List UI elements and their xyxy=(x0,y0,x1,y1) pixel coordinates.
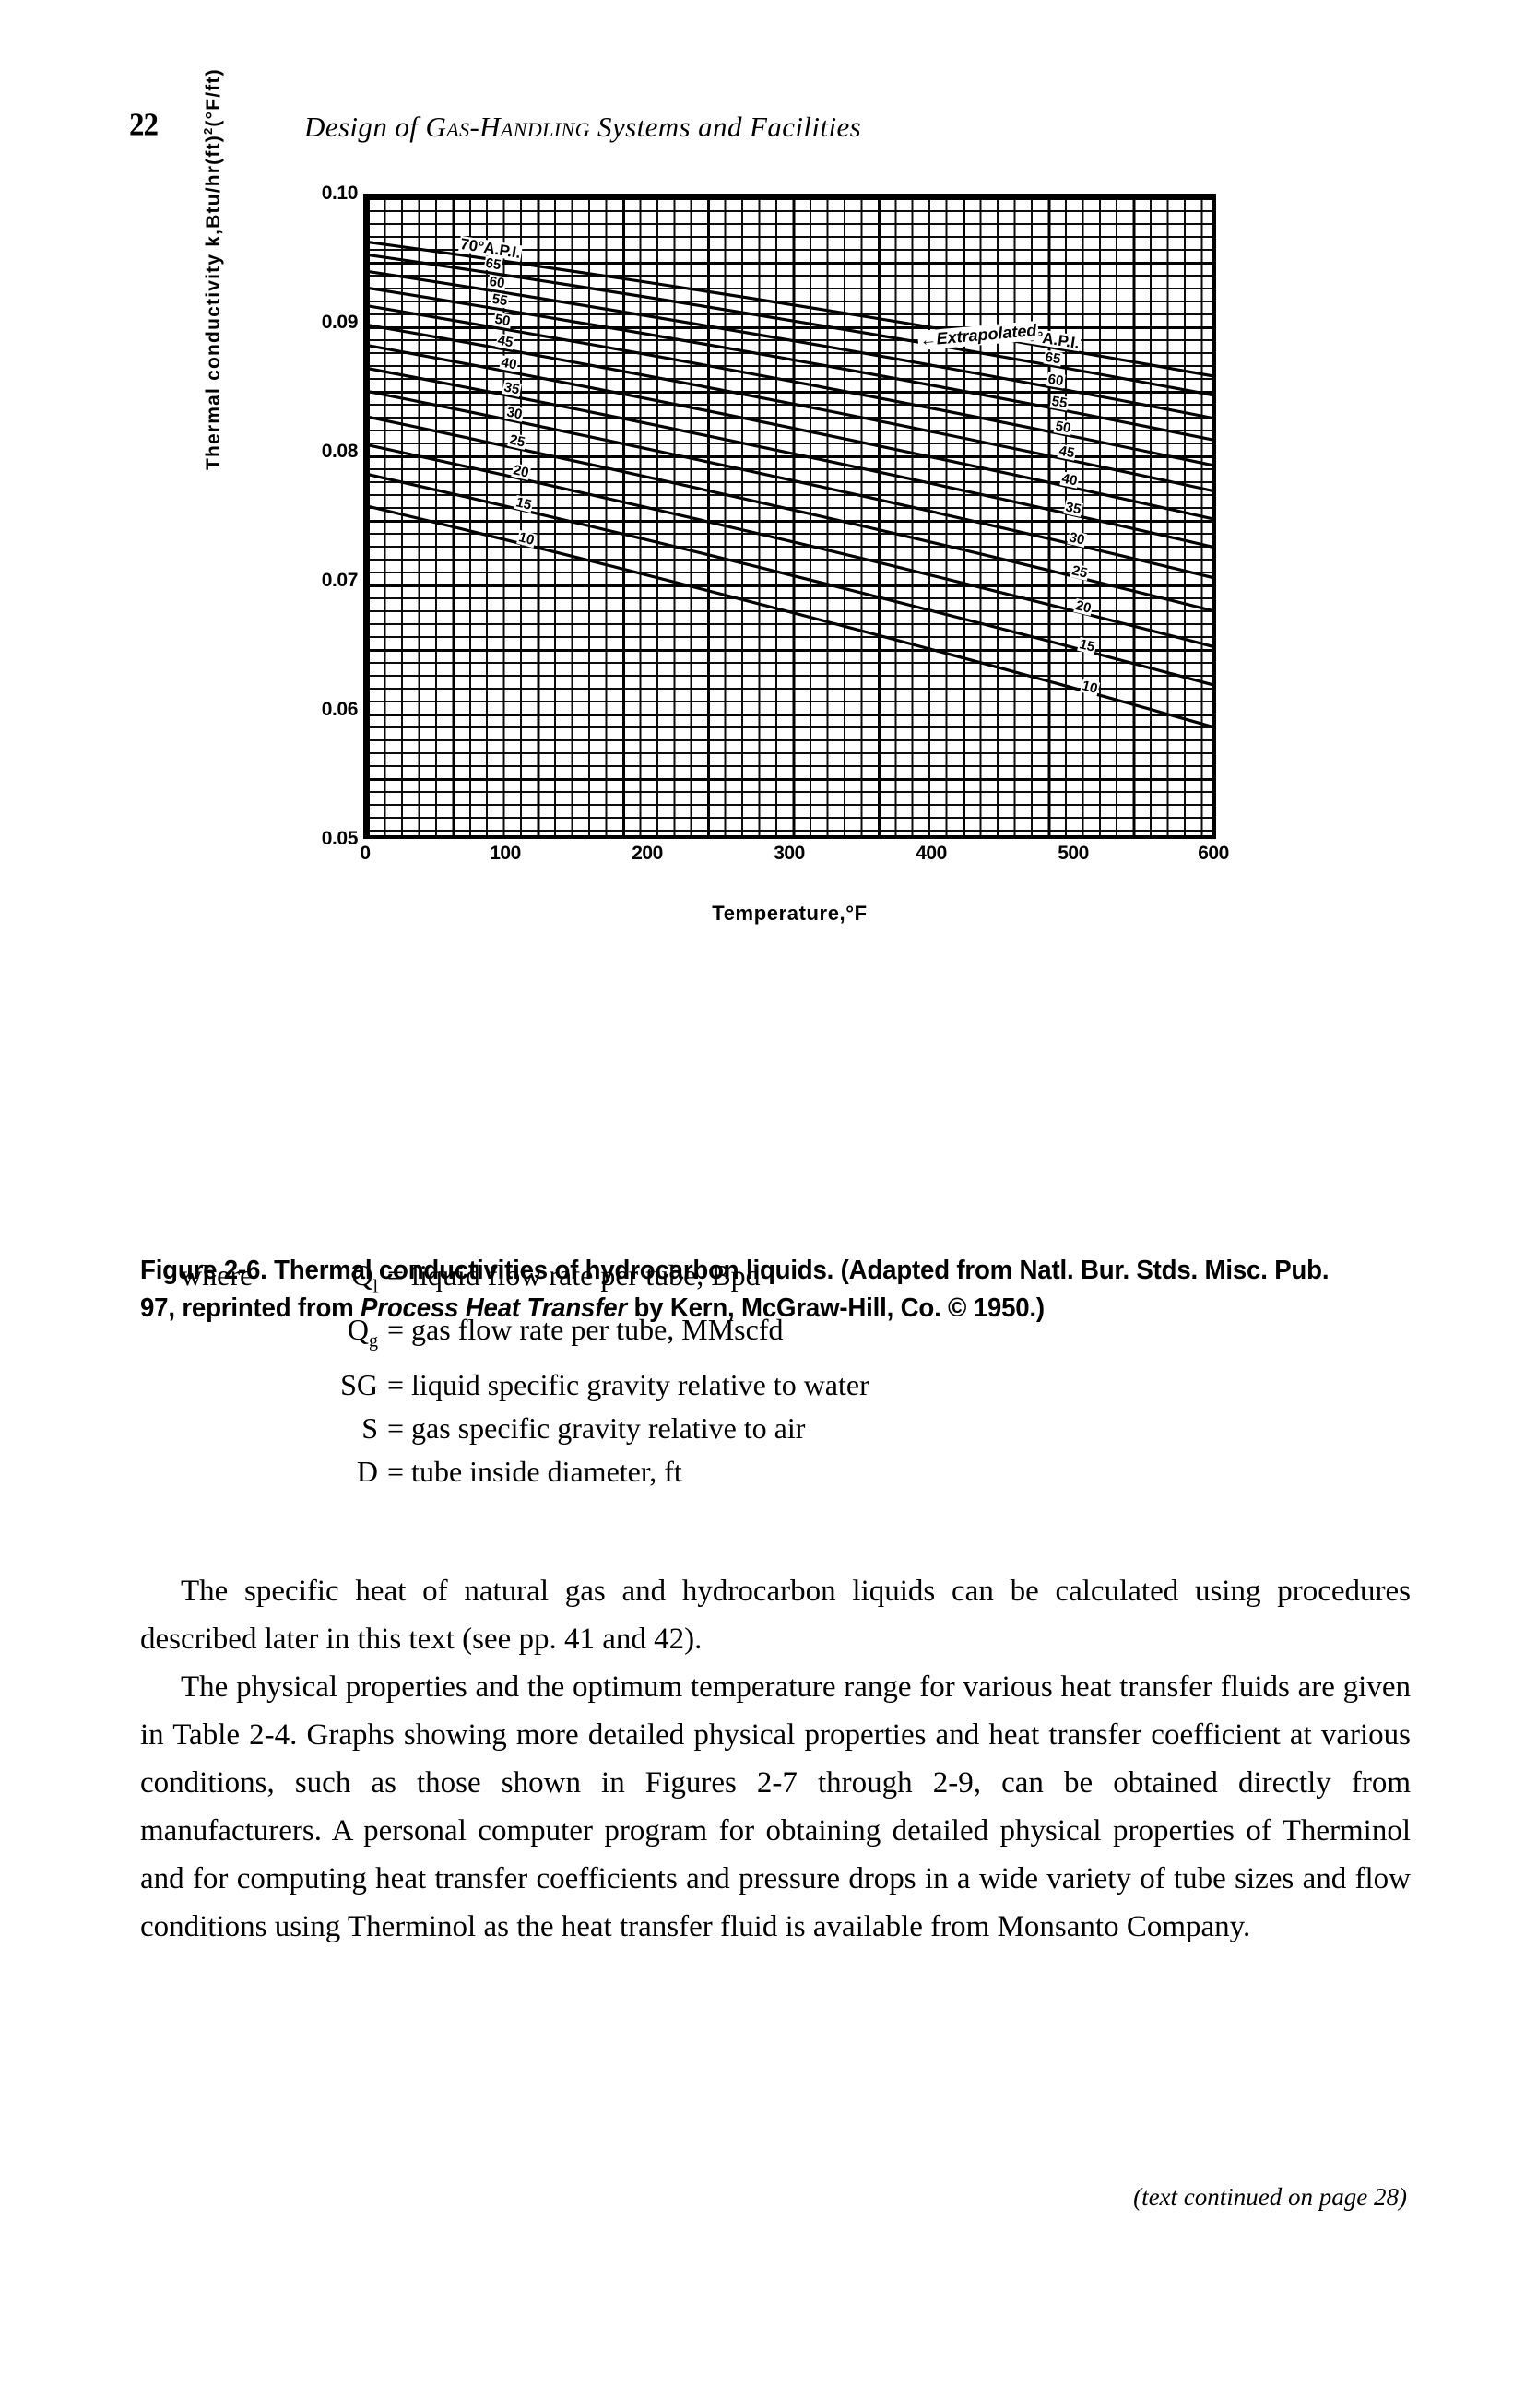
chart-y-ticklabels: 0.10 0.09 0.08 0.07 0.06 0.05 xyxy=(273,183,359,849)
curve-label-left: 50 xyxy=(492,311,513,330)
nomenclature-symbol: S xyxy=(361,1411,378,1445)
y-axis-title-main: Thermal conductivity xyxy=(203,246,224,470)
y-tick-1: 0.09 xyxy=(321,312,359,333)
annotation-arrow-icon: ← xyxy=(918,329,938,349)
figure-2-6: Thermal conductivity k,Btu/hr(ft)2(°F/ft… xyxy=(0,68,1525,1323)
y-tick-0: 0.10 xyxy=(321,183,359,204)
running-head-title: Design of Gas-Handling Systems and Facil… xyxy=(304,111,861,144)
curve-label-right: 35 xyxy=(1063,499,1083,518)
curve-label-left: 35 xyxy=(502,379,522,398)
nomenclature-row: S = gas specific gravity relative to air xyxy=(181,1407,1333,1450)
chart-thermal-conductivity: Thermal conductivity k,Btu/hr(ft)2(°F/ft… xyxy=(201,68,1306,959)
nomenclature-row: where Ql = liquid flow rate per tube, Bpd xyxy=(181,1254,1333,1308)
curve-label-right: 55 xyxy=(1049,393,1070,412)
nomenclature-symbol: Ql xyxy=(351,1258,378,1297)
text-continued-note: (text continued on page 28) xyxy=(1133,2183,1407,2211)
curve-label-right: 45 xyxy=(1056,443,1077,462)
curve-label-left: 25 xyxy=(507,431,528,451)
nomenclature-definition: = gas specific gravity relative to air xyxy=(387,1411,806,1445)
nomenclature-symbol: Qg xyxy=(347,1313,378,1352)
x-tick-5: 500 xyxy=(1058,843,1089,864)
page-folio: 22 xyxy=(129,108,159,143)
y-tick-5: 0.05 xyxy=(321,828,359,849)
chart-curve xyxy=(367,389,1212,579)
curve-label-left: 60 xyxy=(487,273,507,291)
chart-curve xyxy=(367,415,1212,612)
x-tick-2: 200 xyxy=(632,843,663,864)
nomenclature-where-block: where Ql = liquid flow rate per tube, Bpd Q… xyxy=(181,1254,1333,1493)
curve-label-left: 10 xyxy=(516,529,537,549)
x-tick-0: 0 xyxy=(360,843,371,864)
y-tick-4: 0.06 xyxy=(321,699,359,720)
y-tick-2: 0.08 xyxy=(321,441,359,462)
chart-plot-area: 70°A.P.I. 65 60 55 50 45 40 35 30 25 20 15 10 70°A.P… xyxy=(363,194,1216,839)
running-head-prefix: Design of xyxy=(304,111,426,143)
curve-label-left: 15 xyxy=(513,494,534,513)
curve-label-left: 30 xyxy=(504,404,525,423)
nomenclature-definition: = gas flow rate per tube, MMscfd xyxy=(387,1313,784,1347)
nomenclature-definition: = liquid specific gravity relative to wa… xyxy=(387,1367,869,1401)
x-tick-4: 400 xyxy=(916,843,947,864)
running-head-suffix: Systems and Facilities xyxy=(589,111,862,143)
nomenclature-symbol-subscript: g xyxy=(369,1330,378,1352)
y-axis-units-exponent: 2 xyxy=(201,126,215,136)
curve-label-left: 20 xyxy=(510,462,531,482)
curve-label-left: 45 xyxy=(495,332,515,351)
y-axis-units-post: (°F/ft) xyxy=(203,68,224,127)
chart-curve xyxy=(367,443,1212,648)
x-tick-3: 300 xyxy=(774,843,805,864)
body-copy: The specific heat of natural gas and hyd… xyxy=(140,1567,1411,1951)
x-tick-6: 600 xyxy=(1198,843,1229,864)
curve-label-right: 40 xyxy=(1059,470,1080,490)
nomenclature-symbol-subscript: l xyxy=(372,1276,378,1297)
curve-label-left: 65 xyxy=(483,254,503,274)
chart-curve xyxy=(367,323,1212,492)
nomenclature-symbol: SG xyxy=(340,1367,378,1401)
nomenclature-symbol: D xyxy=(356,1454,378,1488)
curve-label-left: 40 xyxy=(498,354,519,373)
nomenclature-definition: = liquid flow rate per tube, Bpd xyxy=(387,1258,761,1292)
chart-x-ticklabels: 0 100 200 300 400 500 600 xyxy=(360,843,1229,874)
x-tick-1: 100 xyxy=(490,843,521,864)
chart-curve xyxy=(367,304,1212,467)
curve-label-right: 30 xyxy=(1066,529,1087,549)
where-keyword: where xyxy=(181,1258,254,1292)
y-axis-units-pre: k,Btu/hr(ft) xyxy=(203,135,224,247)
running-head-smallcaps: Gas-Handling xyxy=(425,111,590,143)
curve-label-right: 65 xyxy=(1043,348,1063,368)
chart-y-axis-title: Thermal conductivity k,Btu/hr(ft)2(°F/ft… xyxy=(201,68,225,470)
nomenclature-row: Qg = gas flow rate per tube, MMscfd xyxy=(181,1308,1333,1363)
curve-label-right: 15 xyxy=(1076,635,1097,655)
nomenclature-row: D = tube inside diameter, ft xyxy=(181,1450,1333,1493)
running-head: 22 Design of Gas-Handling Systems and Fa… xyxy=(0,108,1525,159)
nomenclature-row: SG = liquid specific gravity relative to … xyxy=(181,1363,1333,1407)
chart-x-axis-title: Temperature,°F xyxy=(712,902,868,925)
curve-label-right: 20 xyxy=(1073,597,1094,618)
paragraph-physical-properties: The physical properties and the optimum … xyxy=(140,1670,1411,1943)
curve-label-right: 50 xyxy=(1053,418,1073,437)
y-tick-3: 0.07 xyxy=(321,570,359,591)
curve-label-left: 55 xyxy=(490,290,510,310)
curve-label-right: 25 xyxy=(1070,562,1091,582)
curve-label-right: 60 xyxy=(1046,371,1066,390)
paragraph-specific-heat: The specific heat of natural gas and hyd… xyxy=(140,1575,1411,1656)
nomenclature-definition: = tube inside diameter, ft xyxy=(387,1454,682,1488)
